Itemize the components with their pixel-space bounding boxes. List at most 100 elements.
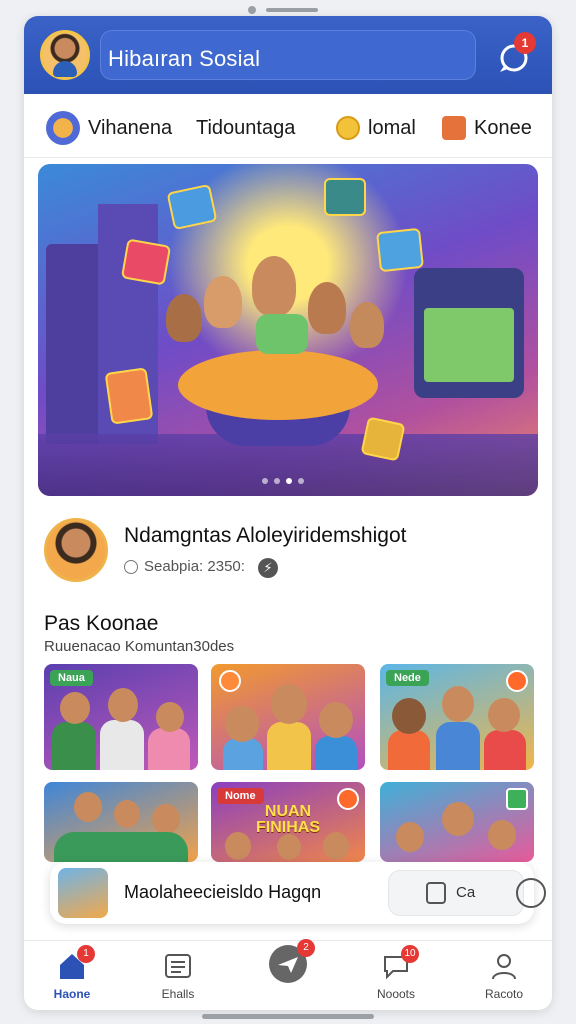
tile-badge-icon bbox=[506, 788, 528, 810]
nav-label: Ehalls bbox=[161, 987, 195, 1001]
tile-person bbox=[114, 800, 140, 828]
nav-badge: 2 bbox=[297, 939, 315, 957]
nav-label: Nooots bbox=[376, 987, 416, 1001]
nav-item-home[interactable]: 1 Haone bbox=[32, 945, 112, 1001]
bolt-icon[interactable]: ⚡ bbox=[258, 558, 278, 578]
tile-person bbox=[108, 688, 138, 722]
tile-person bbox=[488, 820, 516, 850]
tile-badge-icon bbox=[219, 670, 241, 692]
hero-tv-screen bbox=[424, 308, 514, 382]
community-tile[interactable]: Nede bbox=[380, 664, 534, 770]
profile-meta-text: Seabpia: 2350: bbox=[144, 558, 245, 575]
community-tile[interactable]: Nome NUAN FINIHAS bbox=[211, 782, 365, 862]
tile-person bbox=[60, 692, 90, 724]
category-item-4[interactable]: Konee bbox=[442, 108, 532, 148]
floating-card bbox=[376, 227, 424, 273]
category-label: Konee bbox=[474, 116, 532, 139]
game-icon bbox=[46, 111, 80, 145]
user-icon bbox=[489, 951, 519, 981]
hero-banner[interactable] bbox=[38, 164, 538, 496]
tile-person bbox=[388, 730, 430, 770]
carousel-dot[interactable] bbox=[274, 478, 280, 484]
tile-tag: Nome bbox=[217, 788, 264, 804]
tile-person bbox=[442, 686, 474, 722]
nav-badge: 1 bbox=[77, 945, 95, 963]
nav-item-send[interactable]: 2 bbox=[248, 939, 328, 983]
tile-person bbox=[488, 698, 520, 732]
floating-card bbox=[104, 367, 154, 425]
nav-label: Haone bbox=[53, 987, 91, 1001]
profile-avatar[interactable] bbox=[44, 518, 108, 582]
profile-meta: Seabpia: 2350: bbox=[124, 558, 245, 575]
floating-dice bbox=[360, 416, 406, 462]
tile-person bbox=[315, 736, 357, 770]
nav-item-profile[interactable]: Racoto bbox=[464, 951, 544, 1001]
hero-character bbox=[204, 276, 242, 328]
category-item-2[interactable]: Tidountaga bbox=[196, 108, 295, 148]
nav-item-feeds[interactable]: Ehalls bbox=[138, 951, 218, 1001]
tile-person bbox=[74, 792, 102, 822]
community-tile[interactable] bbox=[44, 782, 198, 862]
hero-table bbox=[178, 350, 378, 420]
tile-person bbox=[436, 722, 480, 770]
community-tile[interactable]: Naua bbox=[44, 664, 198, 770]
tile-person bbox=[392, 698, 426, 734]
nav-label: Racoto bbox=[484, 987, 524, 1001]
section-subtitle: Ruuenacao Komuntan30des bbox=[44, 638, 235, 655]
tile-tag: Naua bbox=[50, 670, 93, 686]
floating-card bbox=[120, 238, 172, 286]
document-icon[interactable] bbox=[426, 882, 446, 904]
tile-person bbox=[156, 702, 184, 732]
tile-badge-icon bbox=[337, 788, 359, 810]
avatar[interactable] bbox=[40, 30, 90, 80]
tile-person bbox=[396, 822, 424, 852]
floating-card-text: Maolaheecieisldo Hagqn bbox=[124, 882, 322, 902]
home-indicator[interactable] bbox=[202, 1014, 374, 1019]
carousel-dot-active[interactable] bbox=[286, 478, 292, 484]
community-tile[interactable] bbox=[211, 664, 365, 770]
app-title: Hibaıran Sosial bbox=[108, 46, 261, 71]
tile-title: NUAN FINIHAS bbox=[256, 803, 320, 836]
tile-person bbox=[225, 832, 251, 860]
clock-icon bbox=[124, 559, 138, 574]
community-tile[interactable] bbox=[380, 782, 534, 862]
home-icon: 1 bbox=[57, 945, 95, 981]
speaker-line bbox=[266, 8, 318, 12]
tile-person bbox=[223, 738, 263, 770]
hero-character-shirt bbox=[256, 314, 308, 354]
floating-card-action-label[interactable]: Ca bbox=[456, 884, 475, 901]
tile-person bbox=[267, 722, 311, 770]
category-item-3[interactable]: lomal bbox=[336, 108, 416, 148]
plane-icon: 2 bbox=[269, 939, 315, 983]
tile-tag: Nede bbox=[386, 670, 429, 686]
coin-icon bbox=[336, 116, 360, 140]
carousel-dot[interactable] bbox=[298, 478, 304, 484]
gift-icon bbox=[442, 116, 466, 140]
list-icon bbox=[163, 951, 193, 981]
tile-person bbox=[225, 706, 259, 742]
category-label: Tidountaga bbox=[196, 116, 296, 139]
status-bar bbox=[0, 4, 576, 14]
app-header: Hibaıran Sosial 1 bbox=[24, 16, 552, 94]
tile-badge-icon bbox=[506, 670, 528, 692]
tile-person bbox=[271, 684, 307, 724]
floating-action-card[interactable]: Maolaheecieisldo Hagqn Ca bbox=[50, 862, 546, 924]
category-label: lomal bbox=[368, 116, 416, 139]
section-title: Pas Koonae bbox=[44, 612, 159, 635]
refresh-icon[interactable] bbox=[516, 878, 546, 908]
app-screen: Hibaıran Sosial 1 Vihanena Tidountaga lo… bbox=[24, 16, 552, 1010]
tile-person bbox=[100, 720, 144, 770]
hero-character bbox=[308, 282, 346, 334]
nav-item-notifications[interactable]: 10 Nooots bbox=[356, 945, 436, 1001]
category-item-1[interactable]: Vihanena bbox=[46, 108, 172, 148]
floating-card-thumbnail bbox=[58, 868, 108, 918]
profile-name[interactable]: Ndamgntas Alolеyiridemshigot bbox=[124, 524, 406, 548]
tile-person bbox=[442, 802, 474, 836]
hero-character bbox=[252, 256, 296, 316]
carousel-dot[interactable] bbox=[262, 478, 268, 484]
bottom-navigation: 1 Haone Ehalls 2 10 Nooots Racoto bbox=[24, 939, 552, 1010]
carousel-indicator bbox=[262, 478, 304, 484]
tile-person bbox=[148, 728, 190, 770]
tile-person bbox=[319, 702, 353, 738]
floating-card bbox=[324, 178, 366, 216]
